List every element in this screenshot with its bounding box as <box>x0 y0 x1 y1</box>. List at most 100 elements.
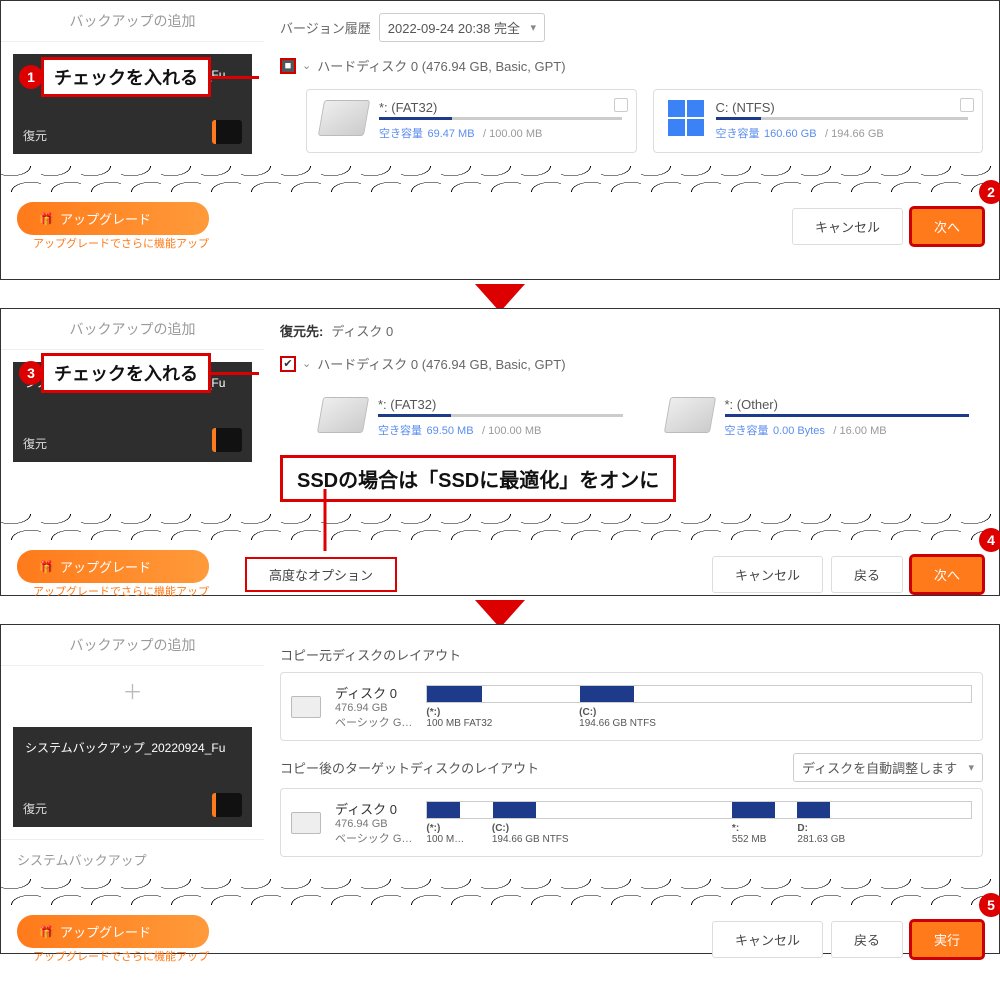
disk-icon <box>291 696 321 718</box>
upgrade-button[interactable]: アップグレード <box>17 550 209 583</box>
cancel-button[interactable]: キャンセル <box>792 208 903 245</box>
version-history-label: バージョン履歴 <box>280 18 371 37</box>
source-partition-bar <box>426 685 972 703</box>
restore-label: 復元 <box>23 435 47 452</box>
target-layout: ディスク 0 476.94 GB ベーシック G… (*:)100 M… (C:… <box>280 788 983 857</box>
disk-size: 476.94 GB <box>335 702 412 714</box>
next-button[interactable]: 次へ <box>911 208 983 245</box>
disk-type: ベーシック G… <box>335 714 412 730</box>
upgrade-button[interactable]: アップグレード <box>17 915 209 948</box>
total-value: / 194.66 GB <box>825 128 884 140</box>
step-3-badge: 3 <box>19 361 43 385</box>
disk0-label: ハードディスク 0 (476.94 GB, Basic, GPT) <box>317 56 565 75</box>
partition-name: *: (Other) <box>725 397 970 412</box>
seg-name: *: <box>732 823 797 834</box>
free-label: 空き容量 <box>378 425 422 437</box>
total-value: / 16.00 MB <box>833 425 886 437</box>
add-plus-icon[interactable]: ＋ <box>1 666 264 715</box>
seg-name: (C:) <box>492 823 732 834</box>
total-value: / 100.00 MB <box>483 128 542 140</box>
partition-name: *: (FAT32) <box>378 397 623 412</box>
callout-line <box>211 372 259 375</box>
target-layout-title: コピー後のターゲットディスクのレイアウト <box>280 758 539 777</box>
callout-line <box>211 76 259 79</box>
partition-check-icon[interactable] <box>960 98 974 112</box>
partition-name: *: (FAT32) <box>379 100 622 115</box>
free-value: 160.60 GB <box>764 128 817 140</box>
hdd-icon <box>663 397 715 433</box>
seg-name: (*:) <box>426 707 579 718</box>
hdd-icon <box>318 100 370 136</box>
chevron-down-icon: ⌄ <box>302 357 311 370</box>
destination-value: ディスク 0 <box>331 321 393 340</box>
auto-adjust-select[interactable]: ディスクを自動調整します <box>793 753 983 782</box>
step-1-text: チェックを入れる <box>41 57 211 97</box>
next-button[interactable]: 次へ <box>911 556 983 593</box>
step-3-text: チェックを入れる <box>41 353 211 393</box>
target-partition-bar <box>426 801 972 819</box>
disk0-label: ハードディスク 0 (476.94 GB, Basic, GPT) <box>317 354 565 373</box>
cancel-button[interactable]: キャンセル <box>712 556 823 593</box>
partition-card-fat32[interactable]: *: (FAT32) 空き容量 69.47 MB / 100.00 MB <box>306 89 637 153</box>
back-button[interactable]: 戻る <box>831 556 903 593</box>
step-1-badge: 1 <box>19 65 43 89</box>
seg-name: (*:) <box>426 823 491 834</box>
ssd-note: SSDの場合は「SSDに最適化」をオンに <box>280 455 676 502</box>
disk0-checkbox[interactable]: ■ <box>280 58 296 74</box>
upgrade-note: アップグレードでさらに機能アップ <box>33 948 209 964</box>
step-4-badge: 4 <box>979 528 1000 552</box>
hdd-icon <box>317 397 369 433</box>
seg-name: D: <box>797 823 845 834</box>
disk-size: 476.94 GB <box>335 818 412 830</box>
disk-icon <box>291 812 321 834</box>
upgrade-note: アップグレードでさらに機能アップ <box>33 583 209 599</box>
free-value: 0.00 Bytes <box>773 425 825 437</box>
restore-label: 復元 <box>23 127 47 144</box>
upgrade-note: アップグレードでさらに機能アップ <box>33 235 209 251</box>
source-layout: ディスク 0 476.94 GB ベーシック G… (*:)100 MB FAT… <box>280 672 983 741</box>
partition-check-icon[interactable] <box>614 98 628 112</box>
version-select[interactable]: 2022-09-24 20:38 完全 <box>379 13 545 42</box>
back-button[interactable]: 戻る <box>831 921 903 958</box>
seg-name: (C:) <box>579 707 656 718</box>
add-backup-tab[interactable]: バックアップの追加 <box>1 625 264 666</box>
disk-name: ディスク 0 <box>335 799 412 818</box>
step-2-badge: 2 <box>979 180 1000 204</box>
server-icon <box>212 428 242 452</box>
seg-detail: 281.63 GB <box>797 834 845 845</box>
seg-detail: 194.66 GB NTFS <box>579 718 656 729</box>
free-value: 69.50 MB <box>426 425 473 437</box>
restore-label: 復元 <box>23 800 47 817</box>
chevron-down-icon: ⌄ <box>302 59 311 72</box>
partition-card-other[interactable]: *: (Other) 空き容量 0.00 Bytes / 16.00 MB <box>653 387 984 449</box>
source-layout-title: コピー元ディスクのレイアウト <box>280 645 983 664</box>
disk-name: ディスク 0 <box>335 683 412 702</box>
total-value: / 100.00 MB <box>482 425 541 437</box>
add-backup-tab[interactable]: バックアップの追加 <box>1 1 264 42</box>
upgrade-button[interactable]: アップグレード <box>17 202 209 235</box>
sidebar-item-system-backup[interactable]: システムバックアップ <box>1 839 264 879</box>
backup-title: システムバックアップ_20220924_Fu <box>25 739 240 756</box>
partition-card-c[interactable]: C: (NTFS) 空き容量 160.60 GB / 194.66 GB <box>653 89 984 153</box>
seg-detail: 194.66 GB NTFS <box>492 834 732 845</box>
free-value: 69.47 MB <box>427 128 474 140</box>
partition-card-fat32[interactable]: *: (FAT32) 空き容量 69.50 MB / 100.00 MB <box>306 387 637 449</box>
add-backup-tab[interactable]: バックアップの追加 <box>1 309 264 350</box>
backup-card[interactable]: システムバックアップ_20220924_Fu 復元 <box>13 727 252 827</box>
disk0-checkbox[interactable]: ✔ <box>280 356 296 372</box>
seg-detail: 100 MB FAT32 <box>426 718 579 729</box>
step-5-badge: 5 <box>979 893 1000 917</box>
partition-name: C: (NTFS) <box>716 100 969 115</box>
server-icon <box>212 120 242 144</box>
free-label: 空き容量 <box>379 128 423 140</box>
run-button[interactable]: 実行 <box>911 921 983 958</box>
windows-icon <box>668 100 704 136</box>
advanced-options-button[interactable]: 高度なオプション <box>245 557 397 592</box>
disk-type: ベーシック G… <box>335 830 412 846</box>
free-label: 空き容量 <box>725 425 769 437</box>
seg-detail: 552 MB <box>732 834 797 845</box>
destination-label: 復元先: <box>280 321 323 340</box>
cancel-button[interactable]: キャンセル <box>712 921 823 958</box>
free-label: 空き容量 <box>716 128 760 140</box>
seg-detail: 100 M… <box>426 834 491 845</box>
